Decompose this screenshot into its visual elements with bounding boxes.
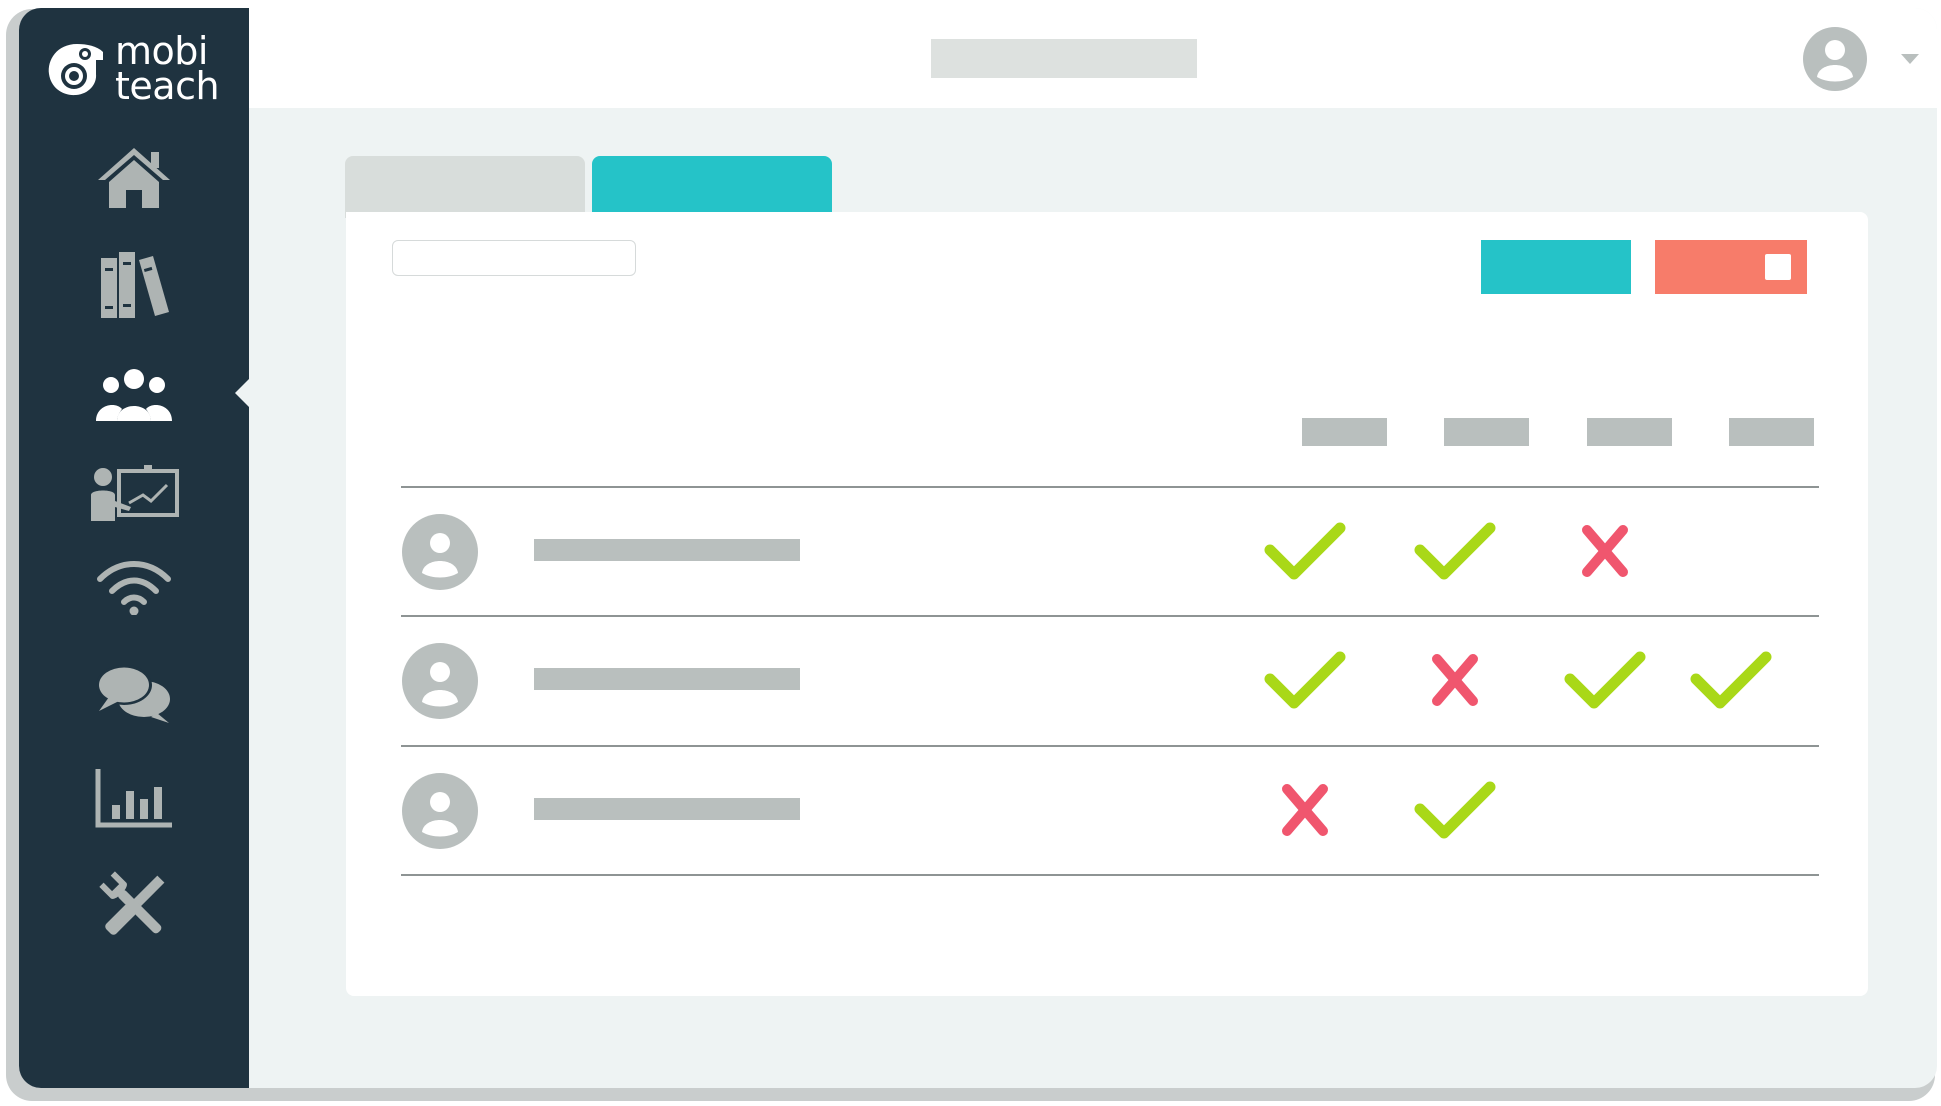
library-icon bbox=[101, 252, 169, 318]
sidebar-item-wifi[interactable] bbox=[79, 543, 189, 633]
stop-button[interactable] bbox=[1655, 240, 1807, 294]
cross-icon bbox=[1412, 645, 1498, 715]
student-name bbox=[534, 539, 800, 561]
chameleon-logo-icon bbox=[48, 44, 103, 96]
tools-icon bbox=[99, 871, 165, 935]
sidebar-item-teacher[interactable] bbox=[79, 448, 189, 538]
table-row bbox=[401, 747, 1819, 875]
sidebar-item-chat[interactable] bbox=[79, 648, 189, 738]
students-group-icon bbox=[96, 369, 172, 421]
app-window: mobi teach bbox=[19, 8, 1937, 1088]
reports-chart-icon bbox=[95, 769, 172, 828]
primary-action-button[interactable] bbox=[1481, 240, 1631, 294]
student-avatar[interactable] bbox=[401, 772, 479, 850]
user-avatar-button[interactable] bbox=[1801, 25, 1869, 93]
table-row bbox=[401, 488, 1819, 616]
check-icon bbox=[1688, 645, 1774, 715]
chat-icon bbox=[96, 665, 170, 723]
sidebar: mobi teach bbox=[19, 8, 250, 1088]
check-icon bbox=[1262, 645, 1348, 715]
column-header-2 bbox=[1444, 418, 1529, 446]
home-icon bbox=[98, 148, 170, 208]
logo-line-2: teach bbox=[115, 64, 220, 108]
student-avatar-icon bbox=[402, 643, 478, 719]
student-avatar[interactable] bbox=[401, 642, 479, 720]
student-name bbox=[534, 798, 800, 820]
mobiteach-logo: mobi teach bbox=[43, 32, 233, 108]
main-panel bbox=[346, 212, 1868, 996]
tab-1[interactable] bbox=[345, 156, 585, 218]
table-row bbox=[401, 617, 1819, 745]
active-indicator bbox=[235, 378, 250, 408]
sidebar-item-tools[interactable] bbox=[79, 861, 189, 951]
sidebar-item-students[interactable] bbox=[79, 350, 189, 440]
column-header-4 bbox=[1729, 418, 1814, 446]
cross-icon bbox=[1262, 775, 1348, 845]
teacher-presentation-icon bbox=[91, 465, 179, 521]
wifi-icon bbox=[97, 561, 171, 615]
check-icon bbox=[1412, 516, 1498, 586]
check-icon bbox=[1262, 516, 1348, 586]
column-header-3 bbox=[1587, 418, 1672, 446]
chevron-down-icon[interactable] bbox=[1901, 54, 1919, 64]
student-avatar[interactable] bbox=[401, 513, 479, 591]
sidebar-item-library[interactable] bbox=[79, 241, 189, 331]
cross-icon bbox=[1562, 516, 1648, 586]
student-name bbox=[534, 668, 800, 690]
tab-2-active[interactable] bbox=[592, 156, 832, 218]
sidebar-item-reports[interactable] bbox=[79, 753, 189, 843]
check-icon bbox=[1562, 645, 1648, 715]
check-icon bbox=[1412, 775, 1498, 845]
student-avatar-icon bbox=[402, 514, 478, 590]
sidebar-item-home[interactable] bbox=[79, 133, 189, 223]
column-header-1 bbox=[1302, 418, 1387, 446]
page-title bbox=[931, 39, 1197, 78]
top-bar bbox=[249, 8, 1937, 108]
user-avatar-icon bbox=[1803, 27, 1867, 91]
student-avatar-icon bbox=[402, 773, 478, 849]
search-input[interactable] bbox=[392, 240, 636, 276]
stop-icon bbox=[1765, 254, 1791, 280]
logo-wordmark: mobi teach bbox=[115, 32, 220, 108]
